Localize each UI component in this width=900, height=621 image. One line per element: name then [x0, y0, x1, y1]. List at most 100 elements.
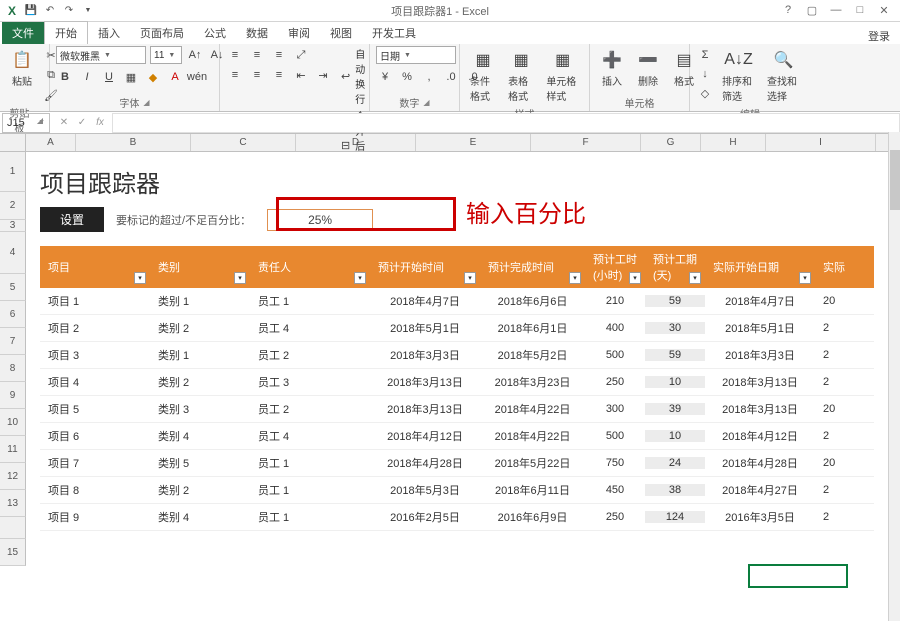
cancel-icon[interactable]: ✕	[56, 115, 72, 131]
col-header[interactable]: H	[701, 134, 766, 151]
cell-actual-start[interactable]: 2018年3月13日	[705, 401, 815, 417]
cell-plan-start[interactable]: 2018年4月12日	[370, 428, 480, 444]
cell-plan-days[interactable]: 124	[645, 511, 705, 523]
cell-project[interactable]: 项目 3	[40, 347, 150, 363]
cell-actual-end[interactable]: 20	[815, 457, 855, 469]
cell-project[interactable]: 项目 8	[40, 482, 150, 498]
format-table-button[interactable]: ▦表格格式	[504, 46, 538, 105]
row-header[interactable]: 11	[0, 436, 26, 463]
col-header[interactable]: I	[766, 134, 876, 151]
scrollbar-thumb[interactable]	[890, 150, 900, 210]
launcher-icon[interactable]: ◢	[143, 98, 149, 107]
cell-plan-start[interactable]: 2016年2月5日	[370, 509, 480, 525]
row-header[interactable]: 15	[0, 539, 26, 566]
table-row[interactable]: 项目 2类别 2员工 42018年5月1日2018年6月1日400302018年…	[40, 315, 874, 342]
minimize-icon[interactable]: —	[828, 4, 844, 17]
cell-plan-start[interactable]: 2018年3月3日	[370, 347, 480, 363]
save-icon[interactable]: 💾	[23, 3, 39, 19]
cell-plan-end[interactable]: 2018年5月2日	[480, 347, 585, 363]
table-row[interactable]: 项目 8类别 2员工 12018年5月3日2018年6月11日450382018…	[40, 477, 874, 504]
th-plan-start[interactable]: 预计开始时间▾	[370, 246, 480, 288]
filter-icon[interactable]: ▾	[464, 272, 476, 284]
delete-cells-button[interactable]: ➖删除	[632, 46, 664, 90]
cell-plan-hours[interactable]: 250	[585, 376, 645, 388]
cell-project[interactable]: 项目 1	[40, 293, 150, 309]
cell-actual-end[interactable]: 2	[815, 511, 855, 523]
maximize-icon[interactable]: □	[852, 4, 868, 17]
tab-dev[interactable]: 开发工具	[362, 22, 426, 44]
tab-insert[interactable]: 插入	[88, 22, 130, 44]
col-header[interactable]: C	[191, 134, 296, 151]
percent-icon[interactable]: %	[398, 68, 416, 86]
filter-icon[interactable]: ▾	[234, 272, 246, 284]
cell-responsible[interactable]: 员工 4	[250, 428, 370, 444]
cell-plan-hours[interactable]: 500	[585, 349, 645, 361]
enter-icon[interactable]: ✓	[74, 115, 90, 131]
cell-actual-end[interactable]: 2	[815, 349, 855, 361]
cell-project[interactable]: 项目 5	[40, 401, 150, 417]
cell-actual-end[interactable]: 2	[815, 430, 855, 442]
cell-actual-start[interactable]: 2018年3月3日	[705, 347, 815, 363]
filter-icon[interactable]: ▾	[134, 272, 146, 284]
col-header[interactable]: G	[641, 134, 701, 151]
th-project[interactable]: 项目▾	[40, 246, 150, 288]
cell-actual-start[interactable]: 2016年3月5日	[705, 509, 815, 525]
bold-button[interactable]: B	[56, 68, 74, 86]
cell-actual-end[interactable]: 2	[815, 484, 855, 496]
row-header[interactable]: 4	[0, 232, 26, 274]
tab-home[interactable]: 开始	[44, 21, 88, 44]
cell-category[interactable]: 类别 2	[150, 482, 250, 498]
row-header[interactable]: 7	[0, 328, 26, 355]
row-header[interactable]: 9	[0, 382, 26, 409]
filter-icon[interactable]: ▾	[799, 272, 811, 284]
table-row[interactable]: 项目 9类别 4员工 12016年2月5日2016年6月9日2501242016…	[40, 504, 874, 531]
cell-plan-end[interactable]: 2018年6月6日	[480, 293, 585, 309]
indent-inc-icon[interactable]: ⇥	[314, 66, 332, 84]
cell-plan-days[interactable]: 24	[645, 457, 705, 469]
cell-actual-end[interactable]: 20	[815, 403, 855, 415]
tab-review[interactable]: 审阅	[278, 22, 320, 44]
row-header[interactable]: 10	[0, 409, 26, 436]
formula-input[interactable]	[112, 113, 900, 133]
insert-cells-button[interactable]: ➕插入	[596, 46, 628, 90]
cell-styles-button[interactable]: ▦单元格样式	[542, 46, 583, 105]
align-left-icon[interactable]: ≡	[226, 66, 244, 84]
close-icon[interactable]: ✕	[876, 4, 892, 17]
th-actual-end[interactable]: 实际	[815, 246, 855, 288]
col-header[interactable]: F	[531, 134, 641, 151]
row-header[interactable]: 8	[0, 355, 26, 382]
sort-filter-button[interactable]: A↓Z排序和筛选	[718, 46, 759, 105]
settings-button[interactable]: 设置	[40, 207, 104, 232]
filter-icon[interactable]: ▾	[569, 272, 581, 284]
filter-icon[interactable]: ▾	[689, 272, 701, 284]
cell-plan-hours[interactable]: 500	[585, 430, 645, 442]
cell-project[interactable]: 项目 9	[40, 509, 150, 525]
row-header[interactable]: 13	[0, 490, 26, 517]
cell-plan-end[interactable]: 2018年6月11日	[480, 482, 585, 498]
cell-category[interactable]: 类别 5	[150, 455, 250, 471]
find-select-button[interactable]: 🔍查找和选择	[763, 46, 804, 105]
cell-plan-start[interactable]: 2018年3月13日	[370, 374, 480, 390]
col-header[interactable]: A	[26, 134, 76, 151]
cell-plan-days[interactable]: 39	[645, 403, 705, 415]
cell-responsible[interactable]: 员工 4	[250, 320, 370, 336]
signin-link[interactable]: 登录	[868, 28, 900, 44]
autosum-icon[interactable]: Σ	[696, 46, 714, 64]
launcher-icon[interactable]: ◢	[423, 98, 429, 107]
table-row[interactable]: 项目 6类别 4员工 42018年4月12日2018年4月22日50010201…	[40, 423, 874, 450]
row-header[interactable]	[0, 517, 26, 539]
select-all-corner[interactable]	[0, 134, 26, 151]
cell-plan-end[interactable]: 2018年4月22日	[480, 401, 585, 417]
worksheet[interactable]: 项目跟踪器 设置 要标记的超过/不足百分比： 25% 输入百分比 项目▾ 类别▾…	[26, 152, 888, 609]
cell-plan-start[interactable]: 2018年3月13日	[370, 401, 480, 417]
cell-plan-end[interactable]: 2018年4月22日	[480, 428, 585, 444]
filter-icon[interactable]: ▾	[629, 272, 641, 284]
cell-plan-end[interactable]: 2016年6月9日	[480, 509, 585, 525]
cell-actual-start[interactable]: 2018年4月28日	[705, 455, 815, 471]
col-header[interactable]: D	[296, 134, 416, 151]
cell-category[interactable]: 类别 1	[150, 293, 250, 309]
cell-project[interactable]: 项目 2	[40, 320, 150, 336]
table-row[interactable]: 项目 7类别 5员工 12018年4月28日2018年5月22日75024201…	[40, 450, 874, 477]
cell-plan-days[interactable]: 10	[645, 376, 705, 388]
fx-icon[interactable]: fx	[92, 115, 108, 131]
